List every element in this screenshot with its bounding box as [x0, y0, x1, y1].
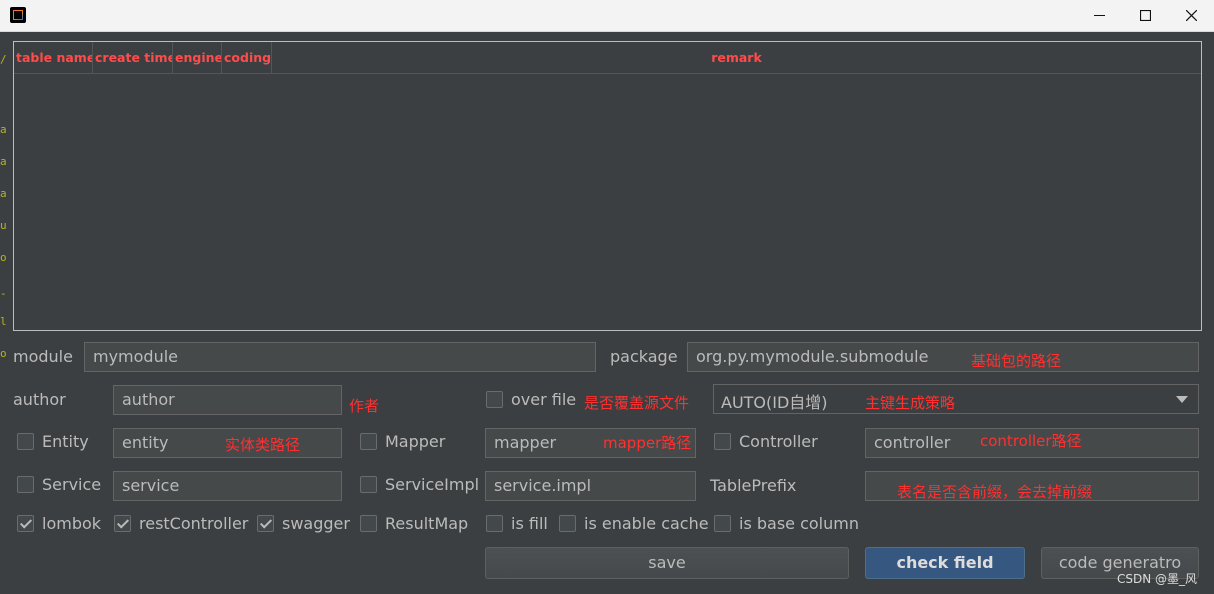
author-note: 作者 — [349, 397, 380, 415]
minimize-icon — [1093, 15, 1105, 16]
entity-value: entity — [122, 433, 169, 452]
column-header-engine[interactable]: engine — [173, 42, 222, 73]
is-fill-checkbox[interactable] — [486, 515, 503, 532]
close-button[interactable] — [1168, 0, 1214, 31]
lombok-checkbox[interactable] — [17, 515, 34, 532]
result-map-label: ResultMap — [385, 514, 469, 533]
strip-char: a — [0, 187, 7, 200]
package-label: package — [610, 347, 678, 366]
over-file-label: over file — [511, 390, 577, 409]
is-fill-label: is fill — [511, 514, 548, 533]
controller-checkbox[interactable] — [714, 433, 731, 450]
intellij-icon — [10, 7, 26, 23]
package-value: org.py.mymodule.submodule — [696, 347, 929, 366]
strip-char: a — [0, 123, 7, 136]
mapper-value: mapper — [494, 433, 557, 452]
rest-controller-checkbox[interactable] — [114, 515, 131, 532]
entity-note: 实体类路径 — [225, 436, 301, 454]
maximize-icon — [1139, 10, 1151, 21]
watermark: CSDN @墨_风 — [1117, 572, 1198, 586]
save-button[interactable]: save — [485, 547, 849, 579]
service-input[interactable]: service — [113, 471, 342, 501]
check-field-button[interactable]: check field — [865, 547, 1025, 579]
service-checkbox[interactable] — [17, 476, 34, 493]
table-body[interactable] — [14, 73, 1201, 330]
module-input[interactable]: mymodule — [84, 342, 596, 372]
over-file-note: 是否覆盖源文件 — [584, 394, 690, 412]
column-header-table-name[interactable]: table name — [14, 42, 93, 73]
column-header-coding[interactable]: coding — [222, 42, 272, 73]
entity-checkbox[interactable] — [17, 433, 34, 450]
swagger-label: swagger — [282, 514, 350, 533]
is-base-column-label: is base column — [739, 514, 859, 533]
close-icon — [1185, 10, 1197, 21]
is-base-column-checkbox[interactable] — [714, 515, 731, 532]
title-bar — [0, 0, 1214, 32]
rest-controller-label: restController — [139, 514, 249, 533]
result-map-checkbox[interactable] — [360, 515, 377, 532]
service-impl-input[interactable]: service.impl — [485, 471, 696, 501]
strip-char: l — [0, 315, 7, 328]
author-input[interactable]: author — [113, 385, 342, 415]
id-strategy-value: AUTO(ID自增) — [721, 393, 828, 412]
column-header-remark[interactable]: remark — [272, 42, 1201, 73]
minimize-button[interactable] — [1076, 0, 1122, 31]
module-label: module — [13, 347, 73, 366]
table-list[interactable]: table name create time engine coding rem… — [13, 41, 1202, 331]
maximize-button[interactable] — [1122, 0, 1168, 31]
over-file-checkbox[interactable] — [486, 391, 503, 408]
controller-note: controller路径 — [980, 432, 1082, 450]
service-label: Service — [42, 475, 102, 494]
id-strategy-note: 主键生成策略 — [865, 394, 956, 412]
entity-label: Entity — [42, 432, 89, 451]
service-impl-checkbox[interactable] — [360, 476, 377, 493]
swagger-checkbox[interactable] — [257, 515, 274, 532]
strip-char: / — [0, 53, 7, 66]
chevron-down-icon — [1176, 396, 1188, 403]
mapper-note: mapper路径 — [603, 434, 692, 452]
service-impl-label: ServiceImpl — [385, 475, 480, 494]
controller-value: controller — [874, 433, 951, 452]
is-enable-cache-label: is enable cache — [584, 514, 709, 533]
mapper-label: Mapper — [385, 432, 446, 451]
controller-label: Controller — [739, 432, 818, 451]
package-note: 基础包的路径 — [971, 352, 1062, 370]
table-prefix-label: TablePrefix — [710, 476, 797, 495]
strip-char: - — [0, 287, 7, 300]
package-input[interactable]: org.py.mymodule.submodule — [687, 342, 1199, 372]
background-editor-strip: / a a a u o - l o — [0, 31, 8, 594]
author-label: author — [13, 390, 66, 409]
column-header-create-time[interactable]: create time — [93, 42, 173, 73]
strip-char: a — [0, 155, 7, 168]
mapper-checkbox[interactable] — [360, 433, 377, 450]
is-enable-cache-checkbox[interactable] — [559, 515, 576, 532]
lombok-label: lombok — [42, 514, 102, 533]
strip-char: o — [0, 347, 7, 360]
table-prefix-note: 表名是否含前缀，会去掉前缀 — [897, 483, 1093, 501]
strip-char: o — [0, 251, 7, 264]
id-strategy-select[interactable]: AUTO(ID自增) 主键生成策略 — [713, 384, 1199, 414]
strip-char: u — [0, 219, 7, 232]
table-header: table name create time engine coding rem… — [14, 42, 1201, 74]
